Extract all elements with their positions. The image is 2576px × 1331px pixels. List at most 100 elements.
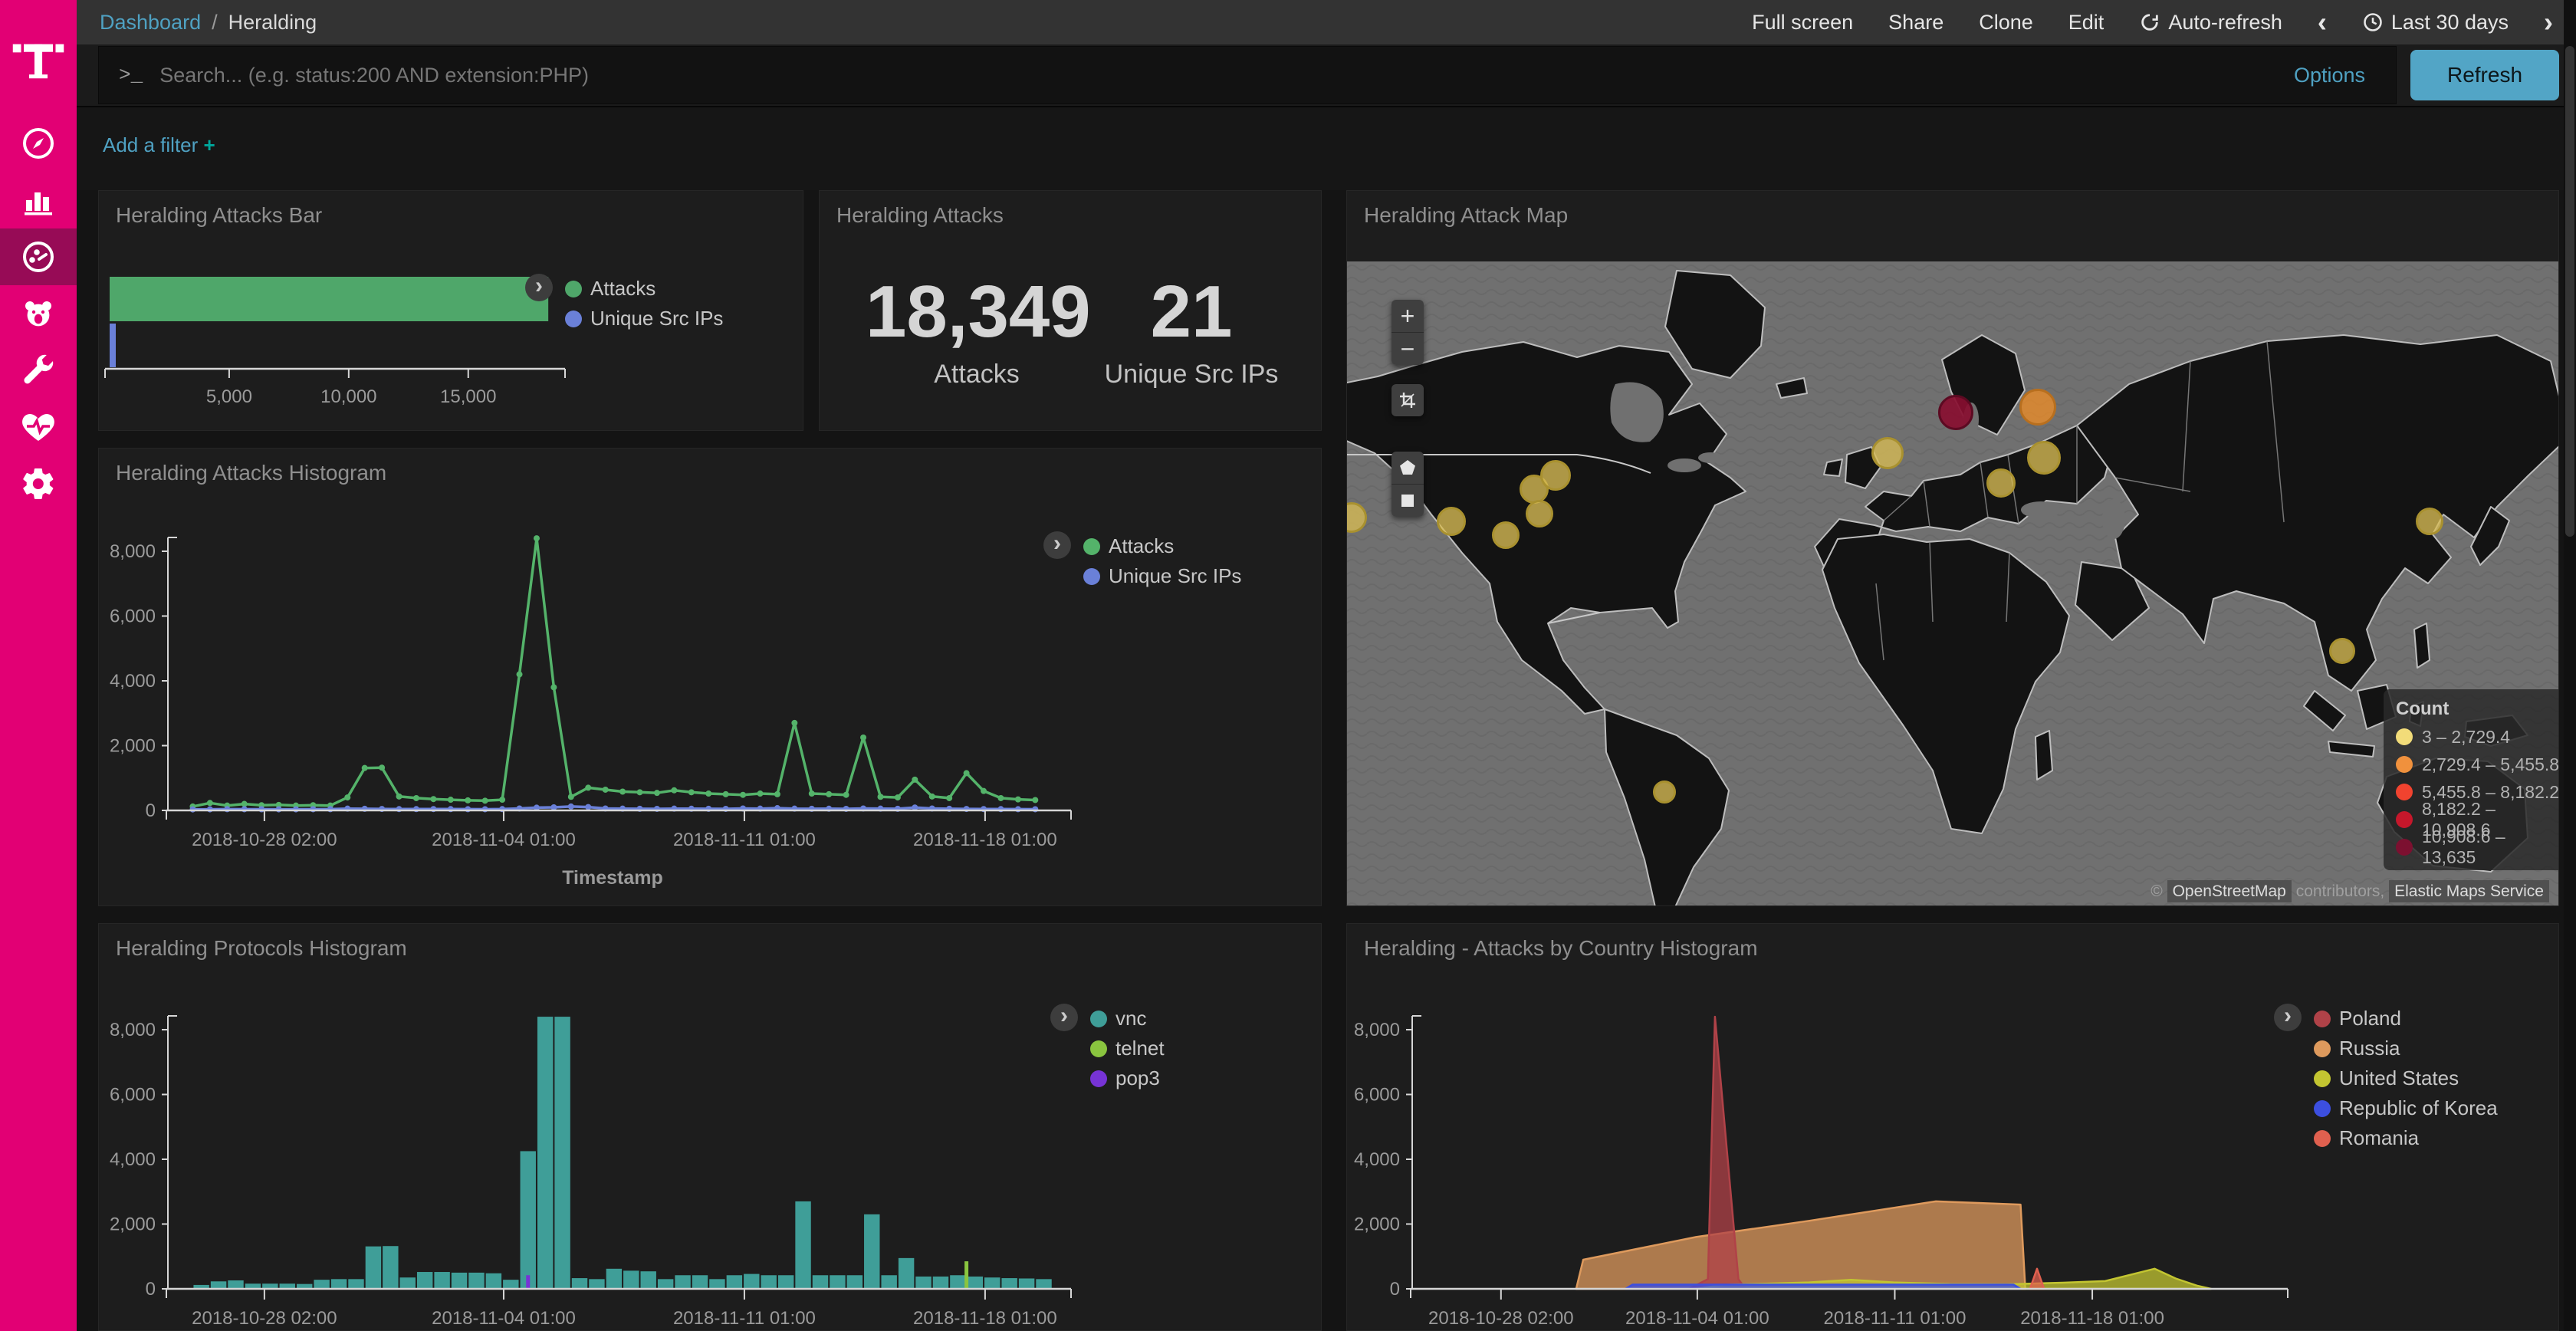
draw-rectangle-button[interactable]: [1392, 485, 1424, 517]
legend-dot: [565, 281, 582, 297]
legend-item[interactable]: vnc: [1090, 1004, 1165, 1034]
attacks-histogram-chart[interactable]: 02,0004,0006,0008,0002018-10-28 02:00201…: [99, 449, 1322, 906]
query-prompt-icon: >_: [119, 64, 143, 87]
clone-button[interactable]: Clone: [1979, 11, 2033, 35]
attack-origin-bubble[interactable]: [1986, 468, 2016, 498]
sidebar-item-dashboard[interactable]: [0, 228, 77, 285]
panel-heralding-attack-map: Heralding Attack Map: [1346, 190, 2559, 906]
metric-value: 18,349: [866, 275, 1088, 349]
sidebar-item-dev-tools[interactable]: [0, 342, 77, 399]
attack-origin-bubble[interactable]: [1540, 460, 1571, 491]
attack-origin-bubble[interactable]: [1526, 500, 1553, 527]
map-draw-controls: [1392, 452, 1424, 517]
draw-polygon-button[interactable]: [1392, 452, 1424, 485]
legend-label: Republic of Korea: [2339, 1096, 2498, 1120]
map-legend-item: 10,908.6 – 13,635: [2396, 833, 2558, 861]
refresh-button[interactable]: Refresh: [2410, 50, 2559, 100]
attack-origin-bubble[interactable]: [2329, 638, 2355, 664]
sidebar-item-visualize[interactable]: [0, 172, 77, 228]
legend: › AttacksUnique Src IPs: [1043, 531, 1241, 591]
map-fit-data-button[interactable]: [1392, 384, 1424, 416]
attack-origin-bubble[interactable]: [2027, 441, 2061, 475]
map-legend-dot: [2396, 728, 2413, 745]
t-mobile-logo[interactable]: [0, 0, 77, 115]
search-input[interactable]: [158, 63, 2279, 88]
attack-origin-bubble[interactable]: [1938, 395, 1973, 430]
panel-title: Heralding - Attacks by Country Histogram: [1364, 936, 1758, 961]
map-zoom-in-button[interactable]: +: [1392, 300, 1424, 333]
svg-text:2018-10-28 02:00: 2018-10-28 02:00: [1428, 1308, 1574, 1329]
svg-text:2018-11-18 01:00: 2018-11-18 01:00: [913, 1308, 1057, 1329]
legend-item[interactable]: pop3: [1090, 1063, 1165, 1093]
legend-item[interactable]: Poland: [2314, 1004, 2498, 1034]
svg-text:4,000: 4,000: [110, 671, 156, 692]
sidebar-item-monitoring[interactable]: [0, 399, 77, 455]
attack-origin-bubble[interactable]: [1653, 781, 1676, 804]
legend-item[interactable]: Romania: [2314, 1123, 2498, 1153]
bear-icon: [20, 295, 57, 332]
legend-label: Romania: [2339, 1126, 2419, 1150]
legend-collapse-button[interactable]: ›: [1050, 1004, 1078, 1031]
attack-origin-bubble[interactable]: [1871, 437, 1904, 469]
svg-text:6,000: 6,000: [110, 606, 156, 627]
edit-button[interactable]: Edit: [2068, 11, 2104, 35]
panel-heralding-protocols-histogram: Heralding Protocols Histogram 02,0004,00…: [98, 923, 1322, 1331]
map-legend-dot: [2396, 784, 2413, 800]
panel-title: Heralding Attack Map: [1364, 203, 1568, 228]
legend-collapse-button[interactable]: ›: [525, 274, 553, 301]
legend-dot: [2314, 1100, 2331, 1117]
legend-item[interactable]: Attacks: [565, 274, 723, 304]
share-button[interactable]: Share: [1888, 11, 1944, 35]
svg-text:2018-11-11 01:00: 2018-11-11 01:00: [673, 1308, 816, 1329]
time-range-picker[interactable]: Last 30 days: [2362, 11, 2509, 35]
sidebar: [0, 0, 77, 1331]
add-filter-link[interactable]: Add a filter +: [103, 133, 215, 157]
gear-icon: [20, 465, 57, 502]
legend-item[interactable]: Republic of Korea: [2314, 1093, 2498, 1123]
breadcrumb-dashboard-link[interactable]: Dashboard: [100, 11, 201, 35]
map-fit-control: [1392, 384, 1424, 416]
search-box: >_ Options: [98, 46, 2397, 104]
page-scrollbar[interactable]: [2564, 0, 2576, 1331]
svg-text:2,000: 2,000: [1354, 1214, 1400, 1235]
legend-collapse-button[interactable]: ›: [1043, 531, 1071, 559]
attack-origin-bubble[interactable]: [2019, 389, 2056, 426]
svg-text:15,000: 15,000: [440, 386, 496, 407]
attack-origin-bubble[interactable]: [1492, 521, 1520, 549]
svg-text:4,000: 4,000: [1354, 1149, 1400, 1170]
time-back-button[interactable]: ‹: [2318, 8, 2327, 36]
svg-text:4,000: 4,000: [110, 1149, 156, 1170]
map-zoom-out-button[interactable]: −: [1392, 333, 1424, 365]
sidebar-item-management[interactable]: [0, 455, 77, 512]
svg-text:2018-11-18 01:00: 2018-11-18 01:00: [913, 830, 1057, 850]
sidebar-item-timelion[interactable]: [0, 285, 77, 342]
time-forward-button[interactable]: ›: [2544, 8, 2553, 36]
query-options-link[interactable]: Options: [2294, 64, 2365, 87]
attack-origin-bubble[interactable]: [1437, 507, 1466, 536]
full-screen-button[interactable]: Full screen: [1752, 11, 1853, 35]
legend-item[interactable]: Russia: [2314, 1034, 2498, 1063]
legend-item[interactable]: Unique Src IPs: [1083, 561, 1241, 591]
svg-text:8,000: 8,000: [1354, 1020, 1400, 1040]
legend-dot: [1090, 1040, 1107, 1057]
legend-dot: [2314, 1070, 2331, 1087]
world-map[interactable]: + − Cou: [1347, 261, 2558, 906]
legend-item[interactable]: Attacks: [1083, 531, 1241, 561]
sidebar-item-discover[interactable]: [0, 115, 77, 172]
legend-item[interactable]: Unique Src IPs: [565, 304, 723, 334]
breadcrumb-separator: /: [212, 11, 218, 35]
legend-dot: [1083, 538, 1100, 555]
legend-label: Russia: [2339, 1037, 2400, 1060]
svg-text:2018-11-11 01:00: 2018-11-11 01:00: [1823, 1308, 1966, 1329]
panel-title: Heralding Protocols Histogram: [116, 936, 407, 961]
osm-link[interactable]: OpenStreetMap: [2167, 880, 2292, 902]
attack-origin-bubble[interactable]: [2416, 508, 2443, 535]
panel-title: Heralding Attacks Bar: [116, 203, 322, 228]
svg-text:6,000: 6,000: [1354, 1085, 1400, 1106]
protocols-histogram-chart[interactable]: 02,0004,0006,0008,0002018-10-28 02:00201…: [99, 924, 1322, 1331]
ems-link[interactable]: Elastic Maps Service: [2389, 880, 2549, 902]
legend-item[interactable]: United States: [2314, 1063, 2498, 1093]
auto-refresh-button[interactable]: Auto-refresh: [2139, 11, 2282, 35]
legend-item[interactable]: telnet: [1090, 1034, 1165, 1063]
legend-collapse-button[interactable]: ›: [2274, 1004, 2302, 1031]
